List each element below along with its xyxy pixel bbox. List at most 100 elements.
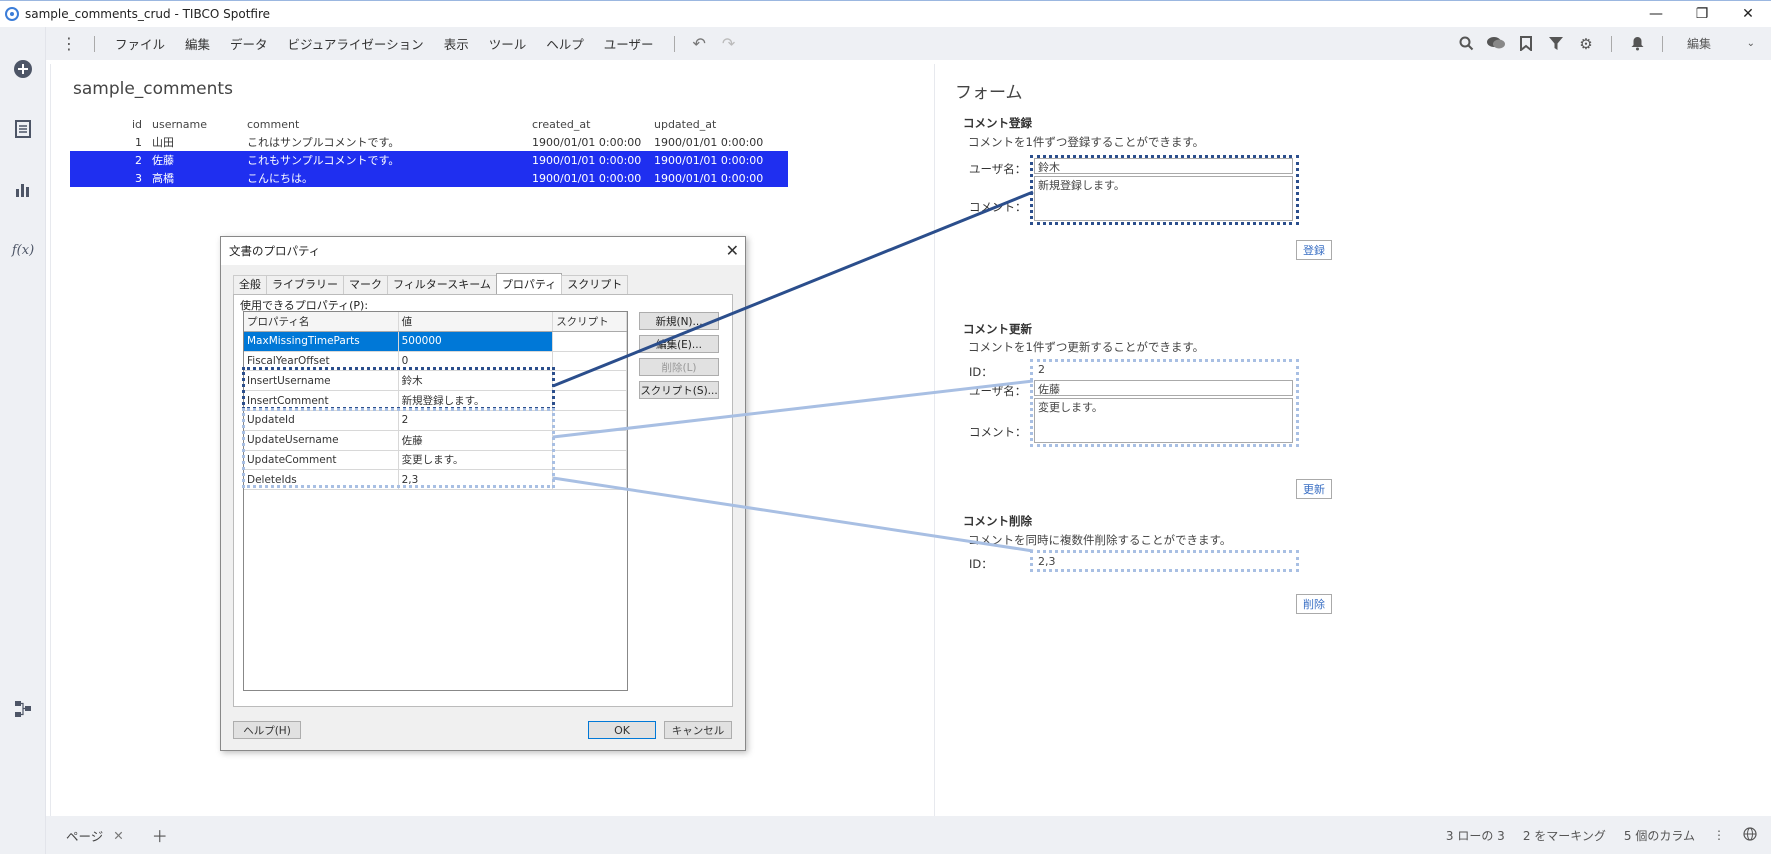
undo-icon[interactable]: ↶ (685, 34, 714, 53)
help-button[interactable]: ヘルプ(H) (233, 721, 301, 739)
column-header[interactable]: updated_at (654, 118, 784, 131)
redo-icon[interactable]: ↷ (714, 34, 743, 53)
table-cell: 1900/01/01 0:00:00 (654, 153, 764, 167)
data-flow-icon[interactable] (12, 698, 34, 720)
table-title: sample_comments (73, 79, 233, 99)
update-delete-properties-highlight (242, 408, 555, 488)
property-row[interactable]: MaxMissingTimeParts 500000 (244, 331, 627, 352)
restore-button[interactable]: ❐ (1679, 1, 1725, 27)
tab-library[interactable]: ライブラリー (266, 275, 344, 294)
menu-user[interactable]: ユーザー (594, 34, 664, 53)
minimize-button[interactable]: — (1633, 1, 1679, 27)
delete-section-desc: コメントを同時に複数件削除することができます。 (968, 533, 1232, 547)
menu-file[interactable]: ファイル (105, 34, 175, 53)
filter-icon[interactable] (1541, 32, 1571, 56)
table-row-marked[interactable]: 3 高橋 こんにちは。 1900/01/01 0:00:00 1900/01/0… (70, 169, 788, 187)
visualization-bar-icon[interactable] (12, 178, 34, 200)
edit-property-button[interactable]: 編集(E)... (639, 335, 719, 353)
cancel-button[interactable]: キャンセル (664, 721, 732, 739)
close-button[interactable]: ✕ (1725, 1, 1771, 27)
data-table[interactable]: id username comment created_at updated_a… (70, 115, 788, 187)
register-button[interactable]: 登録 (1296, 240, 1332, 260)
chevron-down-icon: ⌄ (1746, 38, 1755, 49)
table-cell: 1900/01/01 0:00:00 (532, 171, 642, 185)
property-script (553, 331, 627, 351)
delete-highlight-box (1030, 550, 1299, 572)
globe-icon[interactable] (1743, 826, 1757, 844)
table-cell: 山田 (152, 136, 174, 149)
column-header[interactable]: プロパティ名 (244, 312, 399, 331)
delete-id-label: ID： (969, 557, 993, 571)
update-button[interactable]: 更新 (1296, 479, 1332, 499)
tab-marking[interactable]: マーク (343, 275, 388, 294)
close-tab-icon[interactable]: ✕ (113, 828, 123, 843)
row-count: 3 ローの 3 (1445, 828, 1505, 843)
tab-scripts[interactable]: スクリプト (561, 275, 629, 294)
status-bar: ページ ✕ ＋ 3 ローの 3 2 をマーキング 5 個のカラム ⋮ (46, 816, 1771, 854)
property-script (553, 410, 627, 430)
toolbar-separator (1611, 35, 1612, 52)
ok-button[interactable]: OK (588, 721, 656, 739)
left-rail: f(x) (0, 27, 46, 854)
window-controls: — ❐ ✕ (1633, 1, 1771, 27)
add-page-icon[interactable]: ＋ (152, 823, 168, 847)
table-row-marked[interactable]: 2 佐藤 これもサンプルコメントです。 1900/01/01 0:00:00 1… (70, 151, 788, 169)
update-comment-label: コメント： (969, 425, 1027, 439)
properties-grid[interactable]: プロパティ名 値 スクリプト MaxMissingTimeParts 50000… (242, 311, 628, 691)
gear-icon[interactable]: ⚙ (1571, 32, 1601, 56)
column-header[interactable]: 値 (399, 312, 554, 331)
menu-tools[interactable]: ツール (479, 34, 537, 53)
update-user-label: ユーザ名： (969, 384, 1027, 398)
column-header[interactable]: id (70, 118, 152, 131)
page-tab[interactable]: ページ ✕ (66, 826, 124, 845)
add-circle-icon[interactable] (12, 58, 34, 80)
toolbar-icons: ⚙ 編集 ⌄ (1451, 27, 1771, 60)
search-icon[interactable] (1451, 32, 1481, 56)
register-section-desc: コメントを1件ずつ登録することができます。 (968, 135, 1205, 149)
edit-mode-dropdown[interactable]: 編集 ⌄ (1681, 33, 1761, 55)
table-cell: 2 (135, 153, 142, 167)
register-comment-label: コメント： (969, 200, 1027, 214)
dialog-title: 文書のプロパティ (229, 244, 321, 258)
table-cell: 1900/01/01 0:00:00 (654, 171, 764, 185)
bookmark-icon[interactable] (1511, 32, 1541, 56)
menu-bar: ⋮ ファイル 編集 データ ビジュアライゼーション 表示 ツール ヘルプ ユーザ… (46, 27, 1771, 60)
window-title: sample_comments_crud - TIBCO Spotfire (25, 7, 271, 21)
close-icon[interactable]: ✕ (726, 241, 739, 260)
more-vertical-icon[interactable]: ⋮ (1713, 828, 1725, 842)
register-highlight-box (1030, 155, 1299, 225)
script-property-button[interactable]: スクリプト(S)... (639, 381, 719, 399)
tab-general[interactable]: 全般 (233, 275, 267, 294)
table-row[interactable]: 1 山田 これはサンプルコメントです。 1900/01/01 0:00:00 1… (70, 133, 788, 151)
table-cell: 1 (135, 135, 142, 149)
comments-icon[interactable] (1481, 32, 1511, 56)
menu-data[interactable]: データ (220, 34, 278, 53)
column-header[interactable]: comment (247, 118, 532, 131)
update-id-label: ID： (969, 365, 993, 379)
menu-help[interactable]: ヘルプ (536, 34, 594, 53)
notification-bell-icon[interactable] (1622, 32, 1652, 56)
tab-filter-scheme[interactable]: フィルタースキーム (387, 275, 497, 294)
menu-visualization[interactable]: ビジュアライゼーション (278, 34, 434, 53)
delete-section-title: コメント削除 (963, 514, 1032, 528)
delete-button[interactable]: 削除 (1296, 594, 1332, 614)
table-cell: 1900/01/01 0:00:00 (654, 135, 764, 149)
update-section-desc: コメントを1件ずつ更新することができます。 (968, 340, 1205, 354)
function-fx-icon[interactable]: f(x) (12, 239, 34, 261)
column-header[interactable]: username (152, 118, 247, 131)
property-script (553, 351, 627, 371)
data-table-icon[interactable] (12, 118, 34, 140)
tab-properties[interactable]: プロパティ (495, 273, 563, 294)
menu-view[interactable]: 表示 (434, 34, 479, 53)
menu-edit[interactable]: 編集 (175, 34, 220, 53)
menu-separator (673, 35, 675, 52)
new-property-button[interactable]: 新規(N)... (639, 312, 719, 330)
more-vertical-icon[interactable]: ⋮ (54, 34, 84, 53)
column-header[interactable]: スクリプト (553, 312, 627, 331)
column-header[interactable]: created_at (532, 118, 654, 131)
form-title: フォーム (955, 83, 1023, 103)
delete-property-button[interactable]: 削除(L) (639, 358, 719, 376)
menu-separator (94, 35, 95, 52)
marked-count: 2 をマーキング (1522, 828, 1606, 843)
property-script (553, 430, 627, 450)
